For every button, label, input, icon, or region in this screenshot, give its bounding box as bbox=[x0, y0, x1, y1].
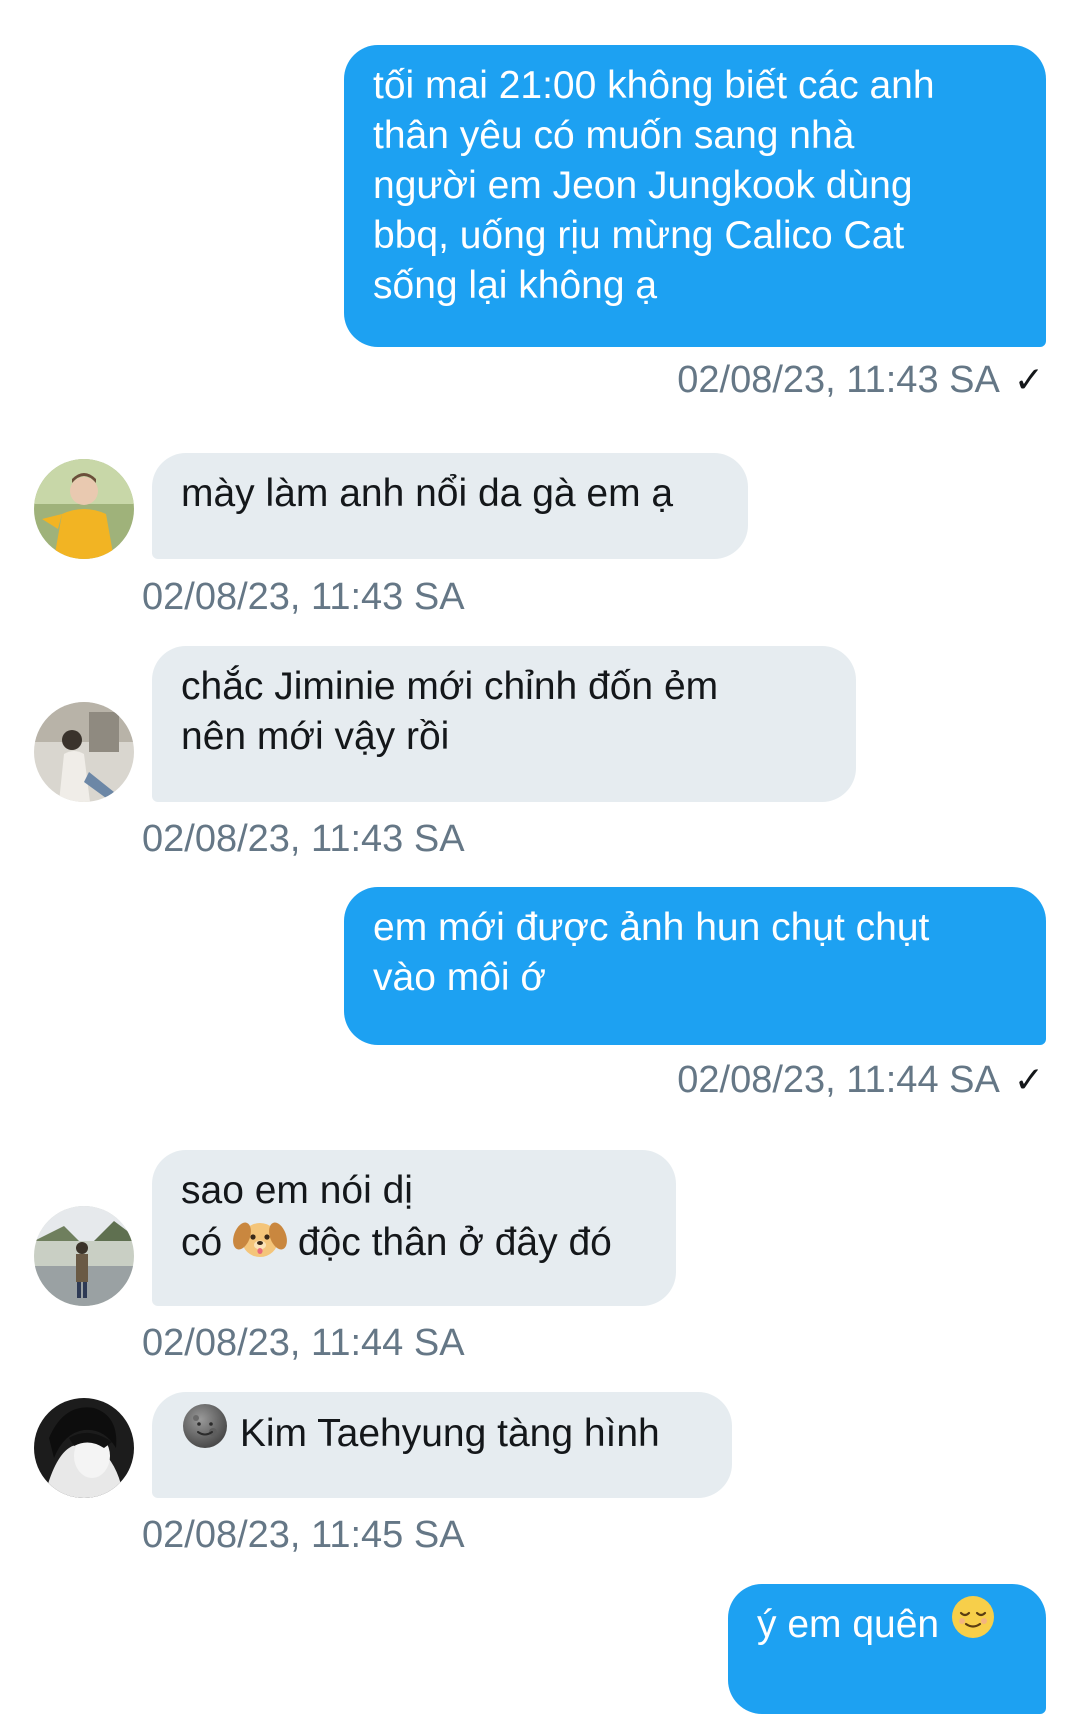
message-text: Kim Taehyung tàng hình bbox=[229, 1411, 660, 1455]
check-icon: ✓ bbox=[1013, 359, 1044, 400]
message-text: độc thân ở đây đó bbox=[287, 1220, 612, 1264]
avatar[interactable] bbox=[34, 702, 134, 802]
message-text: ý em quên bbox=[757, 1603, 950, 1646]
message-line: có độc thân ở đây đó bbox=[181, 1216, 648, 1273]
message-bubble-incoming[interactable]: Kim Taehyung tàng hình bbox=[152, 1392, 732, 1498]
message-bubble-outgoing[interactable]: ý em quên bbox=[728, 1584, 1046, 1714]
message-timestamp: 02/08/23, 11:45 SA bbox=[142, 1514, 465, 1556]
avatar-yellow-shirt bbox=[34, 459, 134, 559]
timestamp-text: 02/08/23, 11:44 SA bbox=[677, 1059, 1000, 1101]
message-bubble-incoming[interactable]: mày làm anh nổi da gà em ạ bbox=[152, 453, 748, 559]
avatar[interactable] bbox=[34, 1398, 134, 1498]
message-timestamp: 02/08/23, 11:43 SA ✓ bbox=[677, 357, 1044, 403]
message-bubble-outgoing[interactable]: tối mai 21:00 không biết các anh thân yê… bbox=[344, 45, 1046, 347]
message-text: có bbox=[181, 1220, 234, 1264]
timestamp-text: 02/08/23, 11:43 SA bbox=[677, 359, 1000, 401]
avatar-street bbox=[34, 1206, 134, 1306]
avatar-bw bbox=[34, 1398, 134, 1498]
message-timestamp: 02/08/23, 11:43 SA bbox=[142, 818, 465, 860]
message-line: sao em nói dị bbox=[181, 1169, 413, 1212]
dog-face-emoji bbox=[233, 1216, 287, 1273]
avatar-room bbox=[34, 702, 134, 802]
message-bubble-outgoing[interactable]: em mới được ảnh hun chụt chụt vào môi ớ bbox=[344, 887, 1046, 1045]
relieved-face-emoji bbox=[950, 1594, 996, 1653]
message-timestamp: 02/08/23, 11:44 SA ✓ bbox=[677, 1057, 1044, 1103]
new-moon-face-emoji bbox=[181, 1402, 229, 1463]
message-bubble-incoming[interactable]: chắc Jiminie mới chỉnh đốn ẻm nên mới vậ… bbox=[152, 646, 856, 802]
message-timestamp: 02/08/23, 11:44 SA bbox=[142, 1322, 465, 1364]
message-bubble-incoming[interactable]: sao em nói dị có độc thân ở đây đó bbox=[152, 1150, 676, 1306]
avatar[interactable] bbox=[34, 459, 134, 559]
check-icon: ✓ bbox=[1013, 1059, 1044, 1100]
avatar[interactable] bbox=[34, 1206, 134, 1306]
message-timestamp: 02/08/23, 11:43 SA bbox=[142, 576, 465, 618]
